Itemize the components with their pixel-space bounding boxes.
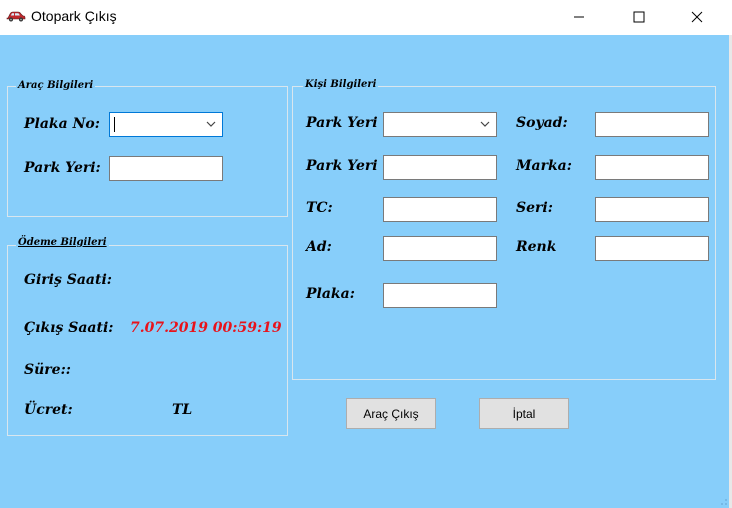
entry-time-label: Giriş Saati: bbox=[24, 272, 112, 288]
surname-label: Soyad: bbox=[516, 115, 568, 131]
person-plate-field[interactable] bbox=[383, 283, 497, 308]
currency-label: TL bbox=[172, 402, 193, 418]
brand-field[interactable] bbox=[595, 155, 709, 180]
exit-time-label: Çıkış Saati: bbox=[24, 320, 114, 336]
color-field[interactable] bbox=[595, 236, 709, 261]
series-label: Seri: bbox=[516, 200, 553, 216]
car-icon bbox=[6, 9, 26, 23]
minimize-icon bbox=[574, 16, 584, 18]
person-plate-label: Plaka: bbox=[306, 286, 355, 302]
plate-no-label: Plaka No: bbox=[24, 116, 100, 132]
plate-no-combobox[interactable] bbox=[109, 112, 223, 137]
payment-info-group-title: Ödeme Bilgileri bbox=[16, 237, 109, 249]
chevron-down-icon bbox=[480, 121, 490, 127]
color-label: Renk bbox=[516, 239, 557, 255]
name-label: Ad: bbox=[306, 239, 332, 255]
brand-label: Marka: bbox=[516, 158, 572, 174]
person-park-place-combobox[interactable] bbox=[383, 112, 497, 137]
fee-label: Ücret: bbox=[24, 402, 73, 418]
series-field[interactable] bbox=[595, 197, 709, 222]
window-title: Otopark Çıkış bbox=[31, 8, 117, 24]
park-place-field[interactable] bbox=[109, 156, 223, 181]
vehicle-info-group bbox=[7, 86, 288, 217]
close-icon bbox=[691, 11, 703, 23]
title-bar[interactable]: Otopark Çıkış bbox=[0, 0, 732, 36]
duration-label: Süre:: bbox=[24, 362, 71, 378]
person-info-group-title: Kişi Bilgileri bbox=[303, 79, 379, 91]
cancel-button[interactable]: İptal bbox=[479, 398, 569, 429]
person-park-place-label-2: Park Yeri bbox=[306, 158, 378, 174]
name-field[interactable] bbox=[383, 236, 497, 261]
exit-time-value: 7.07.2019 00:59:19 bbox=[130, 320, 282, 336]
close-button[interactable] bbox=[674, 0, 720, 34]
app-window: Otopark Çıkış Araç Bilgileri Plaka No: P… bbox=[0, 0, 732, 508]
chevron-down-icon bbox=[206, 121, 216, 127]
person-park-place-label: Park Yeri bbox=[306, 115, 378, 131]
vehicle-exit-button[interactable]: Araç Çıkış bbox=[346, 398, 436, 429]
maximize-icon bbox=[633, 11, 645, 23]
park-place-label: Park Yeri: bbox=[24, 160, 101, 176]
form-client-area: Araç Bilgileri Plaka No: Park Yeri: Ödem… bbox=[0, 35, 729, 508]
minimize-button[interactable] bbox=[556, 0, 602, 34]
surname-field[interactable] bbox=[595, 112, 709, 137]
text-caret bbox=[114, 117, 115, 132]
maximize-button[interactable] bbox=[616, 0, 662, 34]
person-park-place-field[interactable] bbox=[383, 155, 497, 180]
tc-label: TC: bbox=[306, 200, 333, 216]
resize-grip-icon[interactable] bbox=[716, 494, 728, 506]
vehicle-info-group-title: Araç Bilgileri bbox=[16, 80, 96, 92]
tc-field[interactable] bbox=[383, 197, 497, 222]
